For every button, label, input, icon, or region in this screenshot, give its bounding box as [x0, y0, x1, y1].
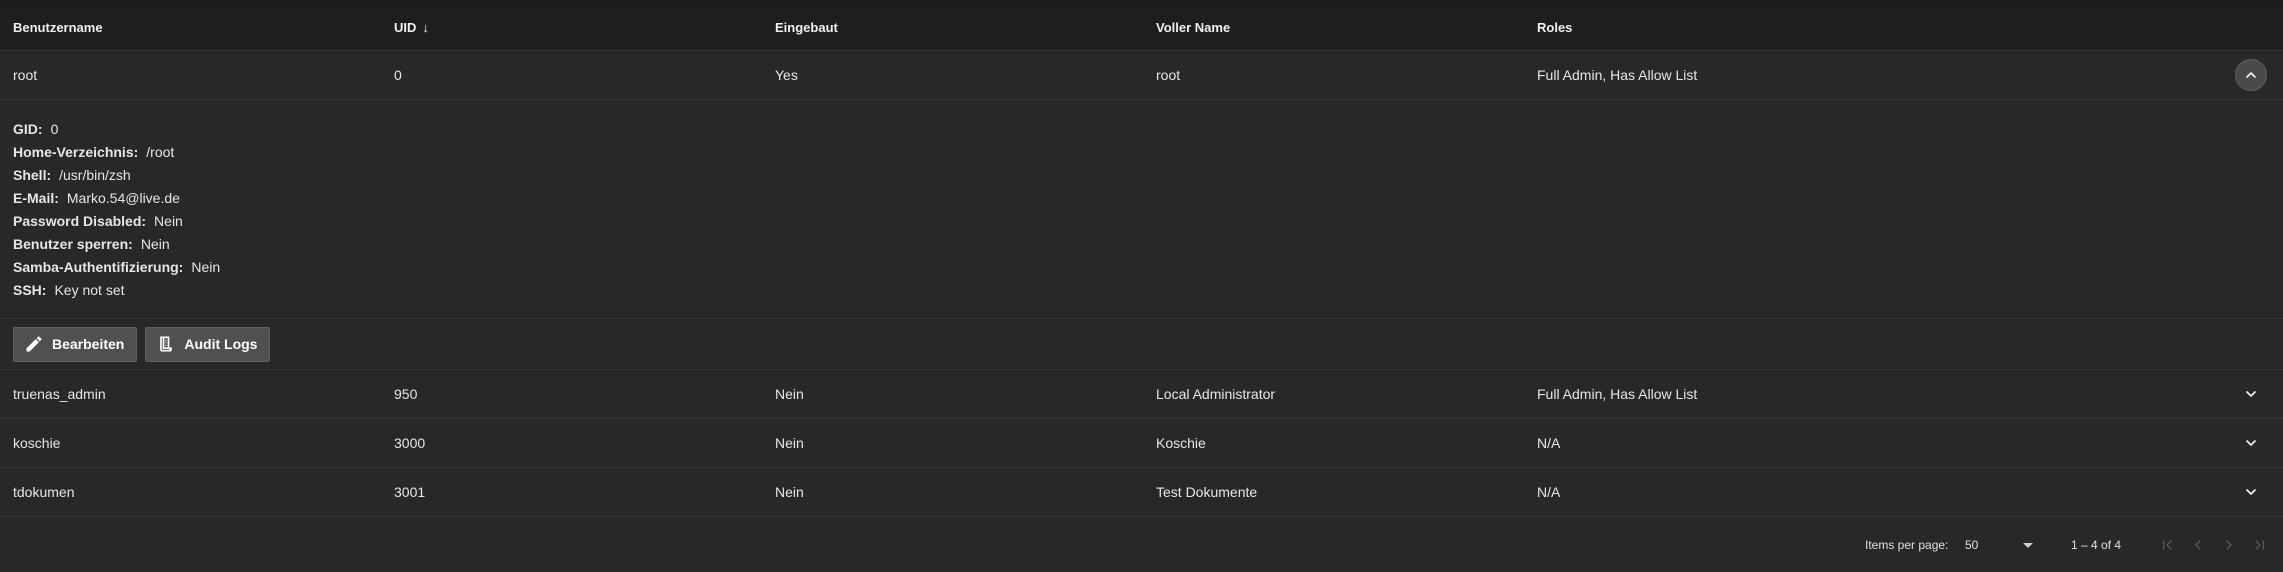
- detail-password-disabled: Password Disabled: Nein: [13, 213, 183, 229]
- last-page-icon: [2255, 540, 2264, 550]
- column-header-uid[interactable]: UID ↓: [394, 20, 429, 35]
- cell-roles: N/A: [1537, 484, 1561, 500]
- expand-row-button[interactable]: [2235, 427, 2267, 459]
- column-header-roles[interactable]: Roles: [1537, 20, 1572, 35]
- dropdown-arrow-icon: [2023, 542, 2033, 548]
- collapse-row-button[interactable]: [2235, 59, 2267, 91]
- chevron-up-icon: [2246, 72, 2256, 78]
- edit-button[interactable]: Bearbeiten: [13, 326, 138, 362]
- cell-full-name: Local Administrator: [1156, 386, 1276, 402]
- column-header-builtin[interactable]: Eingebaut: [775, 20, 838, 35]
- detail-shell: Shell:/usr/bin/zsh: [13, 167, 131, 183]
- cell-builtin: Nein: [775, 484, 804, 500]
- cell-username: root: [13, 67, 38, 83]
- table-row[interactable]: truenas_admin 950 Nein Local Administrat…: [0, 370, 2283, 419]
- detail-lock-user: Benutzer sperren: Nein: [13, 236, 170, 252]
- cell-builtin: Nein: [775, 386, 804, 402]
- first-page-icon: [2163, 540, 2172, 550]
- first-page-button[interactable]: [2155, 533, 2179, 557]
- paginator: Items per page: 50 1 – 4 of 4: [0, 518, 2283, 572]
- cell-builtin: Nein: [775, 435, 804, 451]
- cell-uid: 3000: [394, 435, 426, 451]
- table-header: Benutzername UID ↓ Eingebaut Voller Name …: [0, 4, 2283, 51]
- cell-builtin: Yes: [775, 67, 798, 83]
- column-header-full-name[interactable]: Voller Name: [1156, 20, 1230, 35]
- user-details-panel: GID: 0 Home-Verzeichnis:/root Shell:/usr/…: [0, 100, 2283, 319]
- last-page-button[interactable]: [2248, 533, 2272, 557]
- detail-ssh: SSH: Key not set: [13, 282, 125, 298]
- items-per-page-label: Items per page:: [1865, 538, 1949, 552]
- cell-roles: Full Admin, Has Allow List: [1537, 386, 1698, 402]
- chevron-down-icon: [2246, 440, 2256, 446]
- chevron-left-icon: [2195, 540, 2201, 550]
- cell-full-name: Koschie: [1156, 435, 1206, 451]
- cell-uid: 0: [394, 67, 402, 83]
- cell-roles: N/A: [1537, 435, 1561, 451]
- audit-logs-button[interactable]: Audit Logs: [145, 326, 271, 362]
- items-per-page-value: 50: [1965, 538, 1979, 552]
- expand-row-button[interactable]: [2235, 378, 2267, 410]
- sort-descending-icon: ↓: [422, 19, 429, 35]
- page-range-label: 1 – 4 of 4: [2071, 538, 2122, 552]
- cell-uid: 3001: [394, 484, 426, 500]
- chevron-right-icon: [2226, 540, 2232, 550]
- pencil-icon: [26, 336, 42, 352]
- detail-email: E-Mail: Marko.54@live.de: [13, 190, 180, 206]
- table-row[interactable]: root 0 Yes root Full Admin, Has Allow Li…: [0, 51, 2283, 100]
- cell-full-name: Test Dokumente: [1156, 484, 1258, 500]
- cell-roles: Full Admin, Has Allow List: [1537, 67, 1698, 83]
- receipt-icon: [160, 336, 173, 352]
- expand-row-button[interactable]: [2235, 476, 2267, 508]
- cell-full-name: root: [1156, 67, 1181, 83]
- detail-gid: GID: 0: [13, 121, 59, 137]
- table-row[interactable]: tdokumen 3001 Nein Test Dokumente N/A: [0, 468, 2283, 517]
- detail-home-directory: Home-Verzeichnis:/root: [13, 144, 175, 160]
- chevron-down-icon: [2246, 391, 2256, 397]
- cell-uid: 950: [394, 386, 418, 402]
- items-per-page-select[interactable]: 50: [1965, 538, 2035, 552]
- previous-page-button[interactable]: [2186, 533, 2210, 557]
- user-actions: Bearbeiten Audit Logs: [0, 319, 2283, 370]
- next-page-button[interactable]: [2217, 533, 2241, 557]
- table-row[interactable]: koschie 3000 Nein Koschie N/A: [0, 419, 2283, 468]
- chevron-down-icon: [2246, 489, 2256, 495]
- detail-samba-auth: Samba-Authentifizierung: Nein: [13, 259, 221, 275]
- column-header-username[interactable]: Benutzername: [13, 20, 103, 35]
- cell-username: koschie: [13, 435, 61, 451]
- cell-username: tdokumen: [13, 484, 75, 500]
- users-table: Benutzername UID ↓ Eingebaut Voller Name …: [0, 0, 2283, 517]
- cell-username: truenas_admin: [13, 386, 106, 402]
